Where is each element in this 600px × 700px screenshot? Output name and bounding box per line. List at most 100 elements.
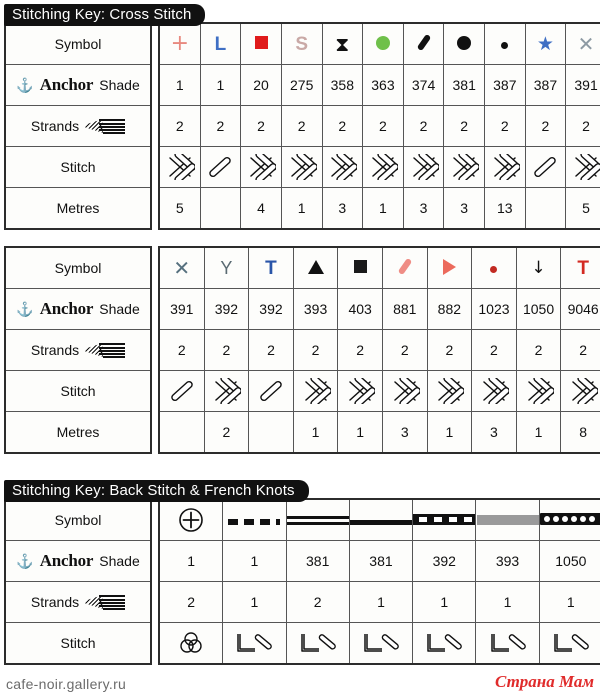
shade-cell: 392	[248, 288, 294, 330]
shade-label: Shade	[99, 553, 140, 569]
shade-label: Shade	[99, 301, 140, 317]
stitch-cell	[248, 370, 294, 412]
strands-cell: 2	[199, 105, 242, 147]
stitch-cell	[158, 370, 205, 412]
symbol-cell	[381, 246, 428, 289]
strands-cell: 2	[402, 105, 445, 147]
shade-cell: 358	[321, 64, 364, 106]
stitch-cell	[538, 622, 600, 665]
shade-cell: 1050	[538, 540, 600, 582]
metres-row-1: 5 4 1 3 1 3 3 13 5	[158, 187, 600, 230]
symbol-cell: +	[158, 22, 201, 65]
shade-cell: 1	[222, 540, 287, 582]
symbol-cell	[412, 498, 477, 541]
symbol-cell: T	[560, 246, 600, 289]
metres-cell: 3	[443, 187, 485, 230]
symbol-cell	[402, 22, 445, 65]
symbol-cell: ★	[524, 22, 567, 65]
strands-row-2: 2222222222	[158, 329, 600, 371]
strands-cell: 2	[484, 105, 526, 147]
strands-cell: 1	[475, 581, 540, 623]
stitch-cell	[560, 370, 600, 412]
symbol-row-3	[158, 498, 600, 541]
metres-cell: 3	[321, 187, 364, 230]
stitch-cell	[348, 622, 414, 665]
symbol-cell	[484, 22, 526, 65]
shade-cell: 392	[412, 540, 477, 582]
symbol-cell: ✕	[158, 246, 205, 289]
strands-cell: 2	[443, 105, 485, 147]
shade-cell: 391	[565, 64, 600, 106]
metres-cell: 8	[560, 411, 600, 454]
symbol-cell	[443, 22, 485, 65]
symbol-cell	[285, 498, 350, 541]
label-column-table-3: Symbol ⚓ Anchor Shade Strands Stitch	[4, 498, 152, 665]
stitch-cell	[285, 622, 350, 665]
symbol-cell	[337, 246, 383, 289]
strands-cell: 2	[515, 329, 562, 371]
anchor-icon: ⚓	[16, 300, 34, 317]
shade-cell: 381	[285, 540, 350, 582]
symbol-cell	[348, 498, 414, 541]
data-table-1: + L S ⧗ ★ ✕ 1 1 20 275 358 363 374 381 387 387 391 2 2 2 2 2 2…	[158, 22, 600, 230]
stitch-cell	[412, 622, 477, 665]
strands-cell: 2	[240, 105, 282, 147]
row-label-metres: Metres	[4, 411, 152, 454]
row-label-strands: Strands	[4, 329, 152, 371]
strands-cell: 1	[348, 581, 414, 623]
symbol-cell: S	[280, 22, 323, 65]
shade-label: Shade	[99, 77, 140, 93]
source-url-text: cafe-noir.gallery.ru	[6, 676, 127, 692]
symbol-cell	[222, 498, 287, 541]
strands-cell: 2	[158, 329, 205, 371]
anchor-brand-label: Anchor	[39, 75, 94, 94]
shade-row-2: 391 392 392 393 403 881 882 1023 1050 9046	[158, 288, 600, 330]
strands-label: Strands	[30, 594, 80, 610]
symbol-cell	[292, 246, 339, 289]
stitch-cell	[362, 146, 404, 188]
row-label-shade: ⚓ Anchor Shade	[4, 540, 152, 582]
stitch-cell	[475, 622, 540, 665]
stitch-cell	[199, 146, 242, 188]
row-label-stitch: Stitch	[4, 370, 152, 412]
strands-label: Strands	[30, 342, 80, 358]
stitch-cell	[280, 146, 323, 188]
strands-cell: 2	[248, 329, 294, 371]
shade-cell: 387	[524, 64, 567, 106]
stitch-cell	[443, 146, 485, 188]
metres-cell: 4	[240, 187, 282, 230]
shade-row-1: 1 1 20 275 358 363 374 381 387 387 391	[158, 64, 600, 106]
symbol-cell	[158, 498, 224, 541]
metres-cell: 1	[280, 187, 323, 230]
shade-cell: 381	[348, 540, 414, 582]
strands-cell: 1	[412, 581, 477, 623]
shade-cell: 1050	[515, 288, 562, 330]
shade-cell: 363	[362, 64, 404, 106]
symbol-cell: ✕	[565, 22, 600, 65]
shade-cell: 403	[337, 288, 383, 330]
stitch-cell	[337, 370, 383, 412]
row-label-strands: Strands	[4, 105, 152, 147]
strands-cell: 1	[538, 581, 600, 623]
stitch-cell	[402, 146, 445, 188]
stitch-row-3	[158, 622, 600, 665]
thread-strands-icon	[85, 343, 126, 358]
row-label-shade: ⚓ Anchor Shade	[4, 64, 152, 106]
symbol-cell	[240, 22, 282, 65]
row-label-strands: Strands	[4, 581, 152, 623]
anchor-icon: ⚓	[16, 552, 34, 569]
shade-cell: 20	[240, 64, 282, 106]
symbol-cell	[475, 498, 540, 541]
stitch-cell	[203, 370, 250, 412]
label-column-table-2: Symbol ⚓ Anchor Shade Strands Stitch Metr…	[4, 246, 152, 454]
row-label-shade: ⚓ Anchor Shade	[4, 288, 152, 330]
shade-cell: 881	[381, 288, 428, 330]
symbol-cell: Y	[203, 246, 250, 289]
strands-cell: 2	[280, 105, 323, 147]
shade-cell: 882	[426, 288, 473, 330]
shade-cell: 393	[475, 540, 540, 582]
strands-cell: 2	[337, 329, 383, 371]
shade-cell: 391	[158, 288, 205, 330]
shade-cell: 9046	[560, 288, 600, 330]
banner-back-stitch: Stitching Key: Back Stitch & French Knot…	[4, 480, 309, 502]
